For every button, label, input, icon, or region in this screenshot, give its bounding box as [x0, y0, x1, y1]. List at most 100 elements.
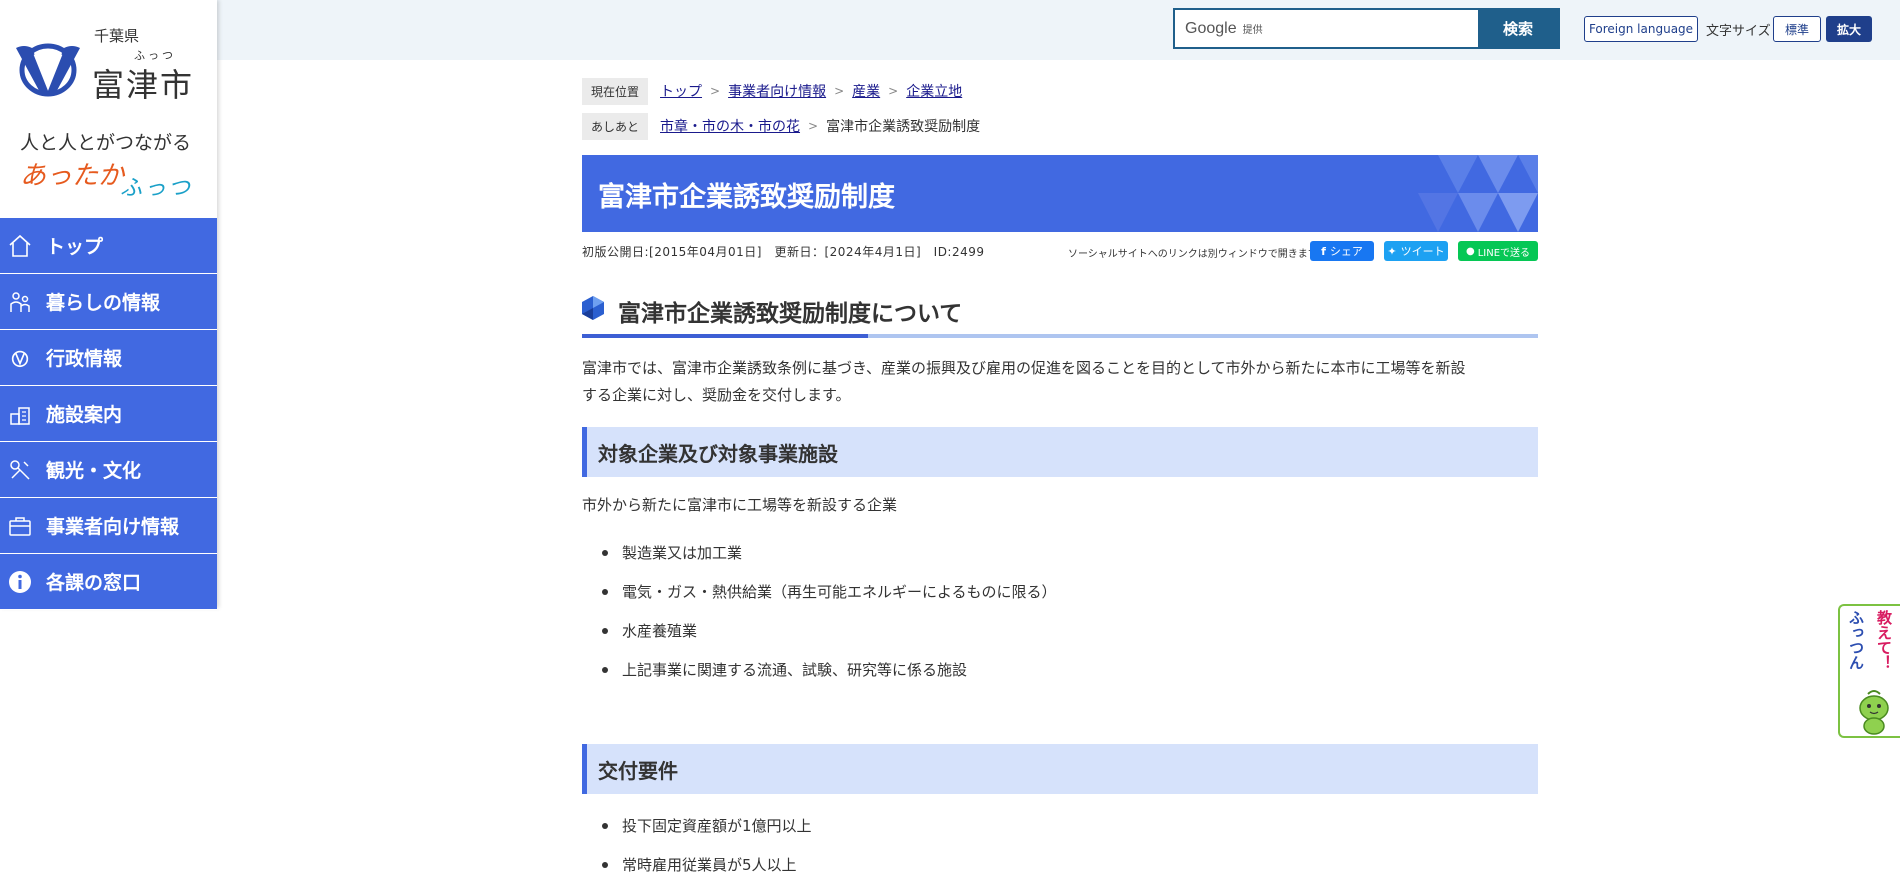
nav-item-tourism[interactable]: 観光・文化: [0, 442, 217, 498]
facebook-share-label: シェア: [1329, 245, 1363, 258]
sidebar: 千葉県 ふっつ 富津市 人と人とがつながる あったか ふっつ トップ 暮らしの情…: [0, 0, 217, 610]
list-item: 投下固定資産額が1億円以上: [600, 806, 812, 845]
breadcrumb-link-location[interactable]: 企業立地: [906, 81, 962, 101]
briefcase-icon: [0, 498, 40, 554]
text-size-label: 文字サイズ: [1706, 24, 1771, 39]
subsection-heading-requirements: 交付要件: [582, 744, 1538, 794]
bullet: [602, 666, 608, 673]
nav-label: 施設案内: [46, 404, 123, 426]
subsection-heading-eligible: 対象企業及び対象事業施設: [582, 427, 1538, 477]
list-item-text: 水産養殖業: [622, 622, 698, 640]
slogan-part-b: ふっつ: [120, 176, 193, 201]
breadcrumb-separator: >: [808, 119, 819, 133]
breadcrumb-link-business[interactable]: 事業者向け情報: [728, 81, 826, 101]
mascot-icon: [1859, 690, 1889, 735]
breadcrumb-current-row: 現在位置 トップ > 事業者向け情報 > 産業 > 企業立地: [582, 76, 1538, 106]
nav-item-top[interactable]: トップ: [0, 218, 217, 274]
text-size-standard-button[interactable]: 標準: [1773, 16, 1821, 42]
publish-meta: 初版公開日:[2015年04月01日] 更新日：[2024年4月1日] ID:2…: [582, 245, 985, 259]
eligible-list: 製造業又は加工業 電気・ガス・熱供給業（再生可能エネルギーによるものに限る） 水…: [600, 533, 1057, 689]
hexagon-icon: [582, 296, 604, 320]
city-emblem-icon: [16, 43, 80, 97]
nav-label: 行政情報: [46, 348, 123, 370]
intro-line-1: 富津市では、富津市企業誘致条例に基づき、産業の振興及び雇用の促進を図ることを目的…: [582, 359, 1466, 377]
history-link[interactable]: 市章・市の木・市の花: [660, 116, 800, 136]
facebook-share-button[interactable]: f シェア: [1310, 241, 1374, 261]
list-item: 上記事業に関連する流通、試験、研究等に係る施設: [600, 650, 1057, 689]
heading-underline-accent: [582, 334, 868, 338]
bullet: [602, 861, 608, 868]
section-heading: 富津市企業誘致奨励制度について: [582, 292, 1538, 340]
nav-label: 各課の窓口: [46, 572, 142, 594]
line-icon: ●: [1465, 245, 1475, 257]
list-item: 電気・ガス・熱供給業（再生可能エネルギーによるものに限る）: [600, 572, 1057, 611]
google-brand: Google: [1185, 19, 1237, 37]
city-name: 富津市: [92, 66, 195, 104]
tagline: 人と人とがつながる: [20, 132, 192, 154]
breadcrumb-link-top[interactable]: トップ: [660, 81, 702, 101]
breadcrumb-separator: >: [710, 84, 721, 98]
bullet: [602, 627, 608, 634]
city-emblem-icon: [0, 330, 40, 386]
home-icon: [0, 218, 40, 274]
facebook-icon: f: [1321, 244, 1326, 258]
bullet: [602, 549, 608, 556]
nav-label: 事業者向け情報: [46, 516, 180, 538]
list-item-text: 上記事業に関連する流通、試験、研究等に係る施設: [622, 661, 968, 679]
search-button[interactable]: 検索: [1478, 10, 1558, 47]
breadcrumb-separator: >: [888, 84, 899, 98]
page-title-band: 富津市企業誘致奨励制度: [582, 155, 1538, 232]
info-icon: [0, 554, 40, 610]
list-item-text: 投下固定資産額が1億円以上: [622, 817, 812, 835]
nav-label: トップ: [46, 236, 104, 258]
list-item: 製造業又は加工業: [600, 533, 1057, 572]
chat-helper-button[interactable]: ふっつん 教えて！: [1838, 604, 1900, 738]
intro-line-2: する企業に対し、奨励金を交付します。: [582, 386, 851, 404]
section-heading-text: 富津市企業誘致奨励制度について: [618, 301, 963, 327]
nav-label: 観光・文化: [46, 460, 142, 482]
list-item: 水産養殖業: [600, 611, 1057, 650]
breadcrumb-link-industry[interactable]: 産業: [852, 81, 880, 101]
main-nav: トップ 暮らしの情報 行政情報 施設案内 観光・文化 事業者向け情報 各課の窓口: [0, 218, 217, 610]
nav-item-administration[interactable]: 行政情報: [0, 330, 217, 386]
nav-item-facilities[interactable]: 施設案内: [0, 386, 217, 442]
section1-lead: 市外から新たに富津市に工場等を新設する企業: [582, 496, 898, 514]
requirements-list: 投下固定資産額が1億円以上 常時雇用従業員が5人以上: [600, 806, 812, 884]
line-share-label: LINEで送る: [1477, 247, 1531, 259]
list-item: 常時雇用従業員が5人以上: [600, 845, 812, 884]
family-icon: [0, 274, 40, 330]
search-input[interactable]: Google 提供: [1175, 10, 1478, 47]
foreign-language-button[interactable]: Foreign language: [1584, 16, 1698, 42]
twitter-share-label: ツイート: [1400, 245, 1445, 258]
site-logo[interactable]: 千葉県 ふっつ 富津市 人と人とがつながる あったか ふっつ: [0, 0, 217, 218]
text-size-large-button[interactable]: 拡大: [1826, 16, 1872, 42]
line-share-button[interactable]: ● LINEで送る: [1458, 241, 1538, 261]
page-title: 富津市企業誘致奨励制度: [598, 182, 895, 213]
history-label: あしあと: [582, 112, 649, 140]
nav-item-business[interactable]: 事業者向け情報: [0, 498, 217, 554]
list-item-text: 常時雇用従業員が5人以上: [622, 856, 797, 874]
list-item-text: 電気・ガス・熱供給業（再生可能エネルギーによるものに限る）: [622, 583, 1057, 601]
search-box: Google 提供 検索: [1173, 8, 1560, 49]
building-icon: [0, 386, 40, 442]
breadcrumb: 現在位置 トップ > 事業者向け情報 > 産業 > 企業立地 あしあと 市章・市…: [582, 76, 1538, 146]
bullet: [602, 588, 608, 595]
breadcrumb-history-row: あしあと 市章・市の木・市の花 > 富津市企業誘致奨励制度: [582, 111, 1538, 141]
prefecture-name: 千葉県: [94, 27, 140, 45]
nav-item-living[interactable]: 暮らしの情報: [0, 274, 217, 330]
history-current: 富津市企業誘致奨励制度: [826, 119, 981, 135]
nav-item-departments[interactable]: 各課の窓口: [0, 554, 217, 610]
twitter-share-button[interactable]: ✦ ツイート: [1384, 241, 1448, 261]
breadcrumb-separator: >: [834, 84, 845, 98]
helper-name: ふっつん: [1847, 610, 1865, 670]
breadcrumb-label: 現在位置: [582, 77, 649, 105]
title-decoration: [1418, 155, 1538, 232]
helper-prompt: 教えて！: [1875, 610, 1893, 670]
google-brand-sub: 提供: [1242, 25, 1263, 36]
bullet: [602, 822, 608, 829]
twitter-icon: ✦: [1387, 244, 1397, 258]
social-note: ソーシャルサイトへのリンクは別ウィンドウで開きます: [1068, 249, 1318, 260]
tourism-icon: [0, 442, 40, 498]
nav-label: 暮らしの情報: [46, 292, 161, 314]
intro-paragraph: 富津市では、富津市企業誘致条例に基づき、産業の振興及び雇用の促進を図ることを目的…: [582, 355, 1538, 409]
